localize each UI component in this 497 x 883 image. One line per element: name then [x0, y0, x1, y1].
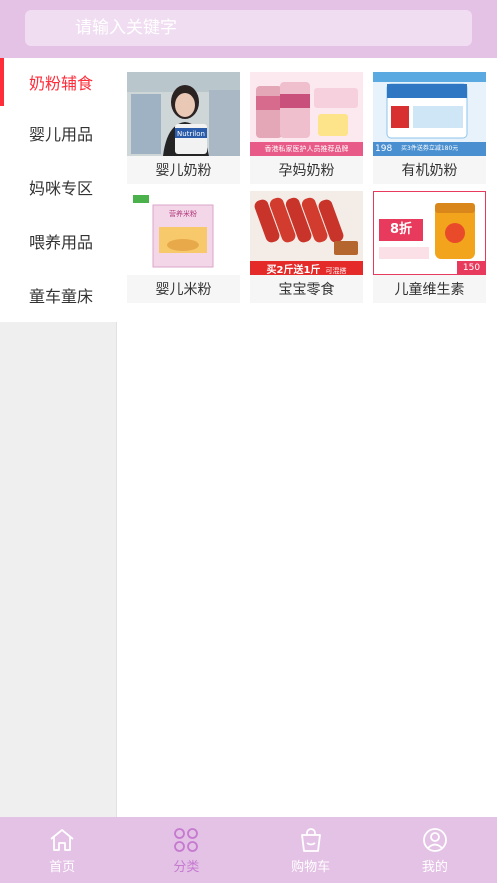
package-title: 营养米粉 — [169, 210, 197, 218]
vitamin-image: 8折 150 — [373, 191, 486, 275]
price-tag: 198 — [375, 144, 393, 154]
sidebar-item-label: 奶粉辅食 — [29, 74, 94, 93]
promo-banner: 买2斤送1斤 可混搭 — [250, 261, 363, 275]
subcategory-card-baby-formula[interactable]: Nutrilon 婴儿奶粉 — [127, 72, 240, 184]
tab-home[interactable]: 首页 — [0, 817, 124, 883]
rice-cereal-image: 营养米粉 — [127, 191, 240, 275]
sidebar-item-label: 婴儿用品 — [29, 125, 94, 144]
subcategory-label: 儿童维生素 — [373, 275, 486, 303]
category-sidebar: 奶粉辅食 婴儿用品 妈咪专区 喂养用品 童车童床 — [0, 58, 117, 817]
baby-formula-image: Nutrilon — [127, 72, 240, 156]
home-icon — [50, 828, 74, 851]
sidebar-item-formula[interactable]: 奶粉辅食 — [0, 58, 117, 106]
search-input[interactable] — [25, 10, 472, 46]
subcategory-card-organic-formula[interactable]: 198 买3件送券立减180元 有机奶粉 — [373, 72, 486, 184]
cart-icon — [300, 827, 321, 852]
sidebar-item-label: 童车童床 — [29, 287, 94, 306]
sidebar-item-label: 喂养用品 — [29, 233, 94, 252]
search-bar[interactable] — [25, 10, 472, 46]
tab-label: 分类 — [173, 859, 200, 875]
tab-category[interactable]: 分类 — [124, 817, 248, 883]
subcategory-card-snacks[interactable]: 买2斤送1斤 可混搭 宝宝零食 — [250, 191, 363, 303]
subcategory-card-vitamins[interactable]: 8折 150 儿童维生素 — [373, 191, 486, 303]
promo-banner: 香港私家医护人员推荐品牌 — [264, 145, 349, 153]
subcategory-label: 婴儿米粉 — [127, 275, 240, 303]
sidebar-item-feeding[interactable]: 喂养用品 — [0, 214, 117, 268]
category-icon — [174, 827, 199, 852]
tab-cart[interactable]: 购物车 — [249, 817, 373, 883]
subcategory-grid: Nutrilon 婴儿奶粉 香港私家医护人员推荐品牌 孕妈奶粉 198 买3件送… — [127, 72, 486, 303]
sidebar-item-label: 妈咪专区 — [29, 179, 94, 198]
sidebar-item-stroller[interactable]: 童车童床 — [0, 268, 117, 322]
product-category-panel: Nutrilon 婴儿奶粉 香港私家医护人员推荐品牌 孕妈奶粉 198 买3件送… — [117, 58, 497, 817]
sidebar-item-baby-goods[interactable]: 婴儿用品 — [0, 106, 117, 160]
maternal-formula-image: 香港私家医护人员推荐品牌 — [250, 72, 363, 156]
subcategory-label: 婴儿奶粉 — [127, 156, 240, 184]
tab-label: 购物车 — [291, 859, 331, 875]
subcategory-label: 有机奶粉 — [373, 156, 486, 184]
snack-image: 买2斤送1斤 可混搭 — [250, 191, 363, 275]
promo-sub: 可混搭 — [325, 267, 347, 275]
promo-main: 买2斤送1斤 — [266, 265, 321, 275]
price-tag: 150 — [462, 263, 481, 273]
subcategory-card-maternal-formula[interactable]: 香港私家医护人员推荐品牌 孕妈奶粉 — [250, 72, 363, 184]
top-header — [0, 0, 497, 58]
subcategory-label: 孕妈奶粉 — [250, 156, 363, 184]
svg-text:Nutrilon: Nutrilon — [177, 130, 205, 138]
sidebar-item-mommy[interactable]: 妈咪专区 — [0, 160, 117, 214]
organic-formula-image: 198 买3件送券立减180元 — [373, 72, 486, 156]
subcategory-card-rice-cereal[interactable]: 营养米粉 婴儿米粉 — [127, 191, 240, 303]
user-icon — [422, 827, 447, 852]
tab-label: 我的 — [421, 859, 448, 875]
tab-profile[interactable]: 我的 — [373, 817, 497, 883]
promo-banner: 买3件送券立减180元 — [401, 145, 459, 152]
bottom-tab-bar: 首页 分类 购物车 我的 — [0, 817, 497, 883]
discount-label: 8折 — [389, 222, 413, 237]
tab-label: 首页 — [49, 859, 76, 875]
subcategory-label: 宝宝零食 — [250, 275, 363, 303]
